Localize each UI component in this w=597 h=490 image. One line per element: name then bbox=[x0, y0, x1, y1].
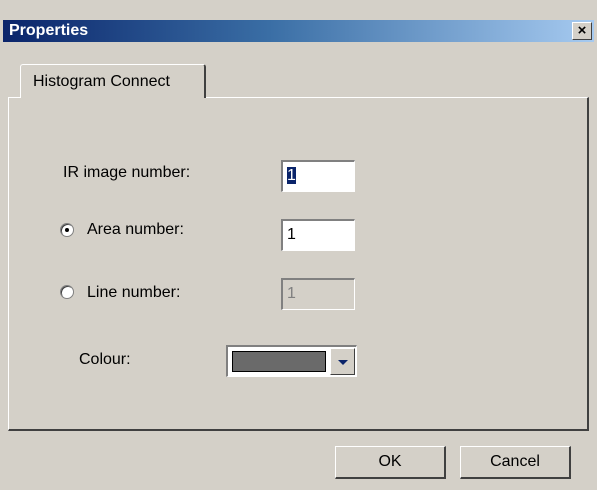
close-icon: × bbox=[577, 22, 587, 39]
close-button[interactable]: × bbox=[572, 22, 592, 40]
colour-dropdown[interactable] bbox=[226, 345, 357, 377]
ir-image-number-input[interactable]: 1 bbox=[281, 160, 355, 192]
tab-page bbox=[8, 97, 589, 431]
colour-swatch bbox=[232, 351, 326, 372]
area-number-label[interactable]: Area number: bbox=[87, 220, 184, 240]
line-number-input: 1 bbox=[281, 278, 355, 310]
area-number-value: 1 bbox=[287, 226, 296, 243]
line-number-label[interactable]: Line number: bbox=[87, 283, 180, 303]
ir-image-number-value: 1 bbox=[287, 167, 296, 184]
window-title: Properties bbox=[9, 22, 89, 39]
ok-button[interactable]: OK bbox=[335, 446, 446, 479]
area-number-radio[interactable] bbox=[60, 223, 74, 237]
chevron-down-icon bbox=[338, 360, 348, 365]
radio-selected-dot bbox=[65, 228, 69, 232]
cancel-button[interactable]: Cancel bbox=[460, 446, 571, 479]
title-bar[interactable]: Properties × bbox=[3, 20, 594, 42]
tab-label: Histogram Connect bbox=[33, 73, 170, 90]
line-number-value: 1 bbox=[287, 285, 296, 302]
ir-image-number-label: IR image number: bbox=[63, 164, 191, 181]
properties-dialog: Properties × Histogram Connect IR image … bbox=[0, 0, 597, 490]
line-number-radio[interactable] bbox=[60, 285, 74, 299]
colour-dropdown-button[interactable] bbox=[330, 348, 355, 375]
colour-label: Colour: bbox=[79, 351, 131, 368]
area-number-input[interactable]: 1 bbox=[281, 219, 355, 251]
tab-histogram-connect[interactable]: Histogram Connect bbox=[20, 64, 206, 98]
